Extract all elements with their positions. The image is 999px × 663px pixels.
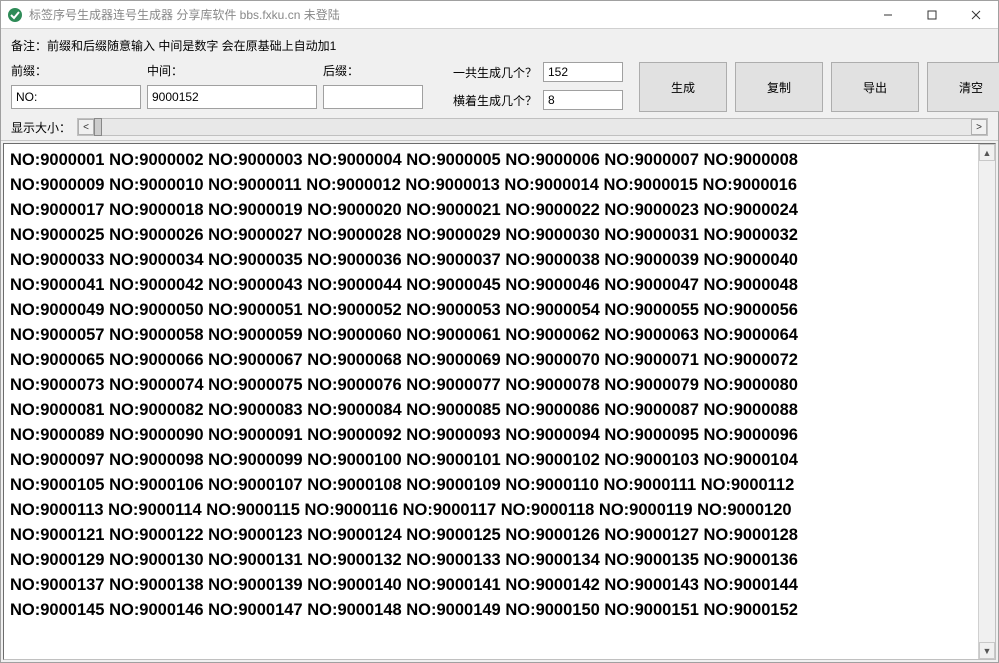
display-size-slider[interactable]: < > — [77, 118, 988, 136]
total-label: 一共生成几个？ — [447, 64, 537, 81]
clear-button[interactable]: 清空 — [927, 62, 999, 112]
output-area-wrap: NO:9000001 NO:9000002 NO:9000003 NO:9000… — [3, 143, 996, 660]
copy-button[interactable]: 复制 — [735, 62, 823, 112]
title-bar: 标签序号生成器连号生成器 分享库软件 bbs.fxku.cn 未登陆 — [1, 1, 998, 29]
suffix-label: 后缀： — [323, 62, 423, 79]
slider-right-arrow[interactable]: > — [971, 119, 987, 135]
suffix-input[interactable] — [323, 85, 423, 109]
slider-track[interactable] — [94, 119, 971, 135]
note-text: 备注：前缀和后缀随意输入 中间是数字 会在原基础上自动加1 — [11, 37, 988, 54]
middle-group: 中间： — [147, 62, 317, 109]
count-group: 一共生成几个？ 横着生成几个？ — [447, 62, 623, 110]
maximize-button[interactable] — [910, 1, 954, 28]
prefix-input[interactable] — [11, 85, 141, 109]
per-row-label: 横着生成几个？ — [447, 92, 537, 109]
input-row: 前缀： 中间： 后缀： 一共生成几个？ 横着生成几个？ 生成 复制 导出 清空 — [11, 62, 988, 112]
window-controls — [866, 1, 998, 28]
middle-input[interactable] — [147, 85, 317, 109]
app-icon — [7, 7, 23, 23]
slider-thumb[interactable] — [94, 118, 102, 136]
per-row-input[interactable] — [543, 90, 623, 110]
vertical-scrollbar[interactable]: ▲ ▼ — [978, 144, 995, 659]
scroll-up-button[interactable]: ▲ — [979, 144, 995, 161]
total-input[interactable] — [543, 62, 623, 82]
display-size-row: 显示大小： < > — [11, 118, 988, 136]
prefix-group: 前缀： — [11, 62, 141, 109]
scroll-track[interactable] — [979, 161, 995, 642]
close-button[interactable] — [954, 1, 998, 28]
export-button[interactable]: 导出 — [831, 62, 919, 112]
generate-button[interactable]: 生成 — [639, 62, 727, 112]
action-buttons: 生成 复制 导出 清空 — [639, 62, 999, 112]
display-size-label: 显示大小： — [11, 119, 71, 136]
scroll-down-button[interactable]: ▼ — [979, 642, 995, 659]
middle-label: 中间： — [147, 62, 317, 79]
minimize-button[interactable] — [866, 1, 910, 28]
window-title: 标签序号生成器连号生成器 分享库软件 bbs.fxku.cn 未登陆 — [29, 6, 866, 23]
control-panel: 备注：前缀和后缀随意输入 中间是数字 会在原基础上自动加1 前缀： 中间： 后缀… — [1, 29, 998, 141]
output-area[interactable]: NO:9000001 NO:9000002 NO:9000003 NO:9000… — [4, 144, 978, 659]
prefix-label: 前缀： — [11, 62, 141, 79]
slider-left-arrow[interactable]: < — [78, 119, 94, 135]
suffix-group: 后缀： — [323, 62, 423, 109]
